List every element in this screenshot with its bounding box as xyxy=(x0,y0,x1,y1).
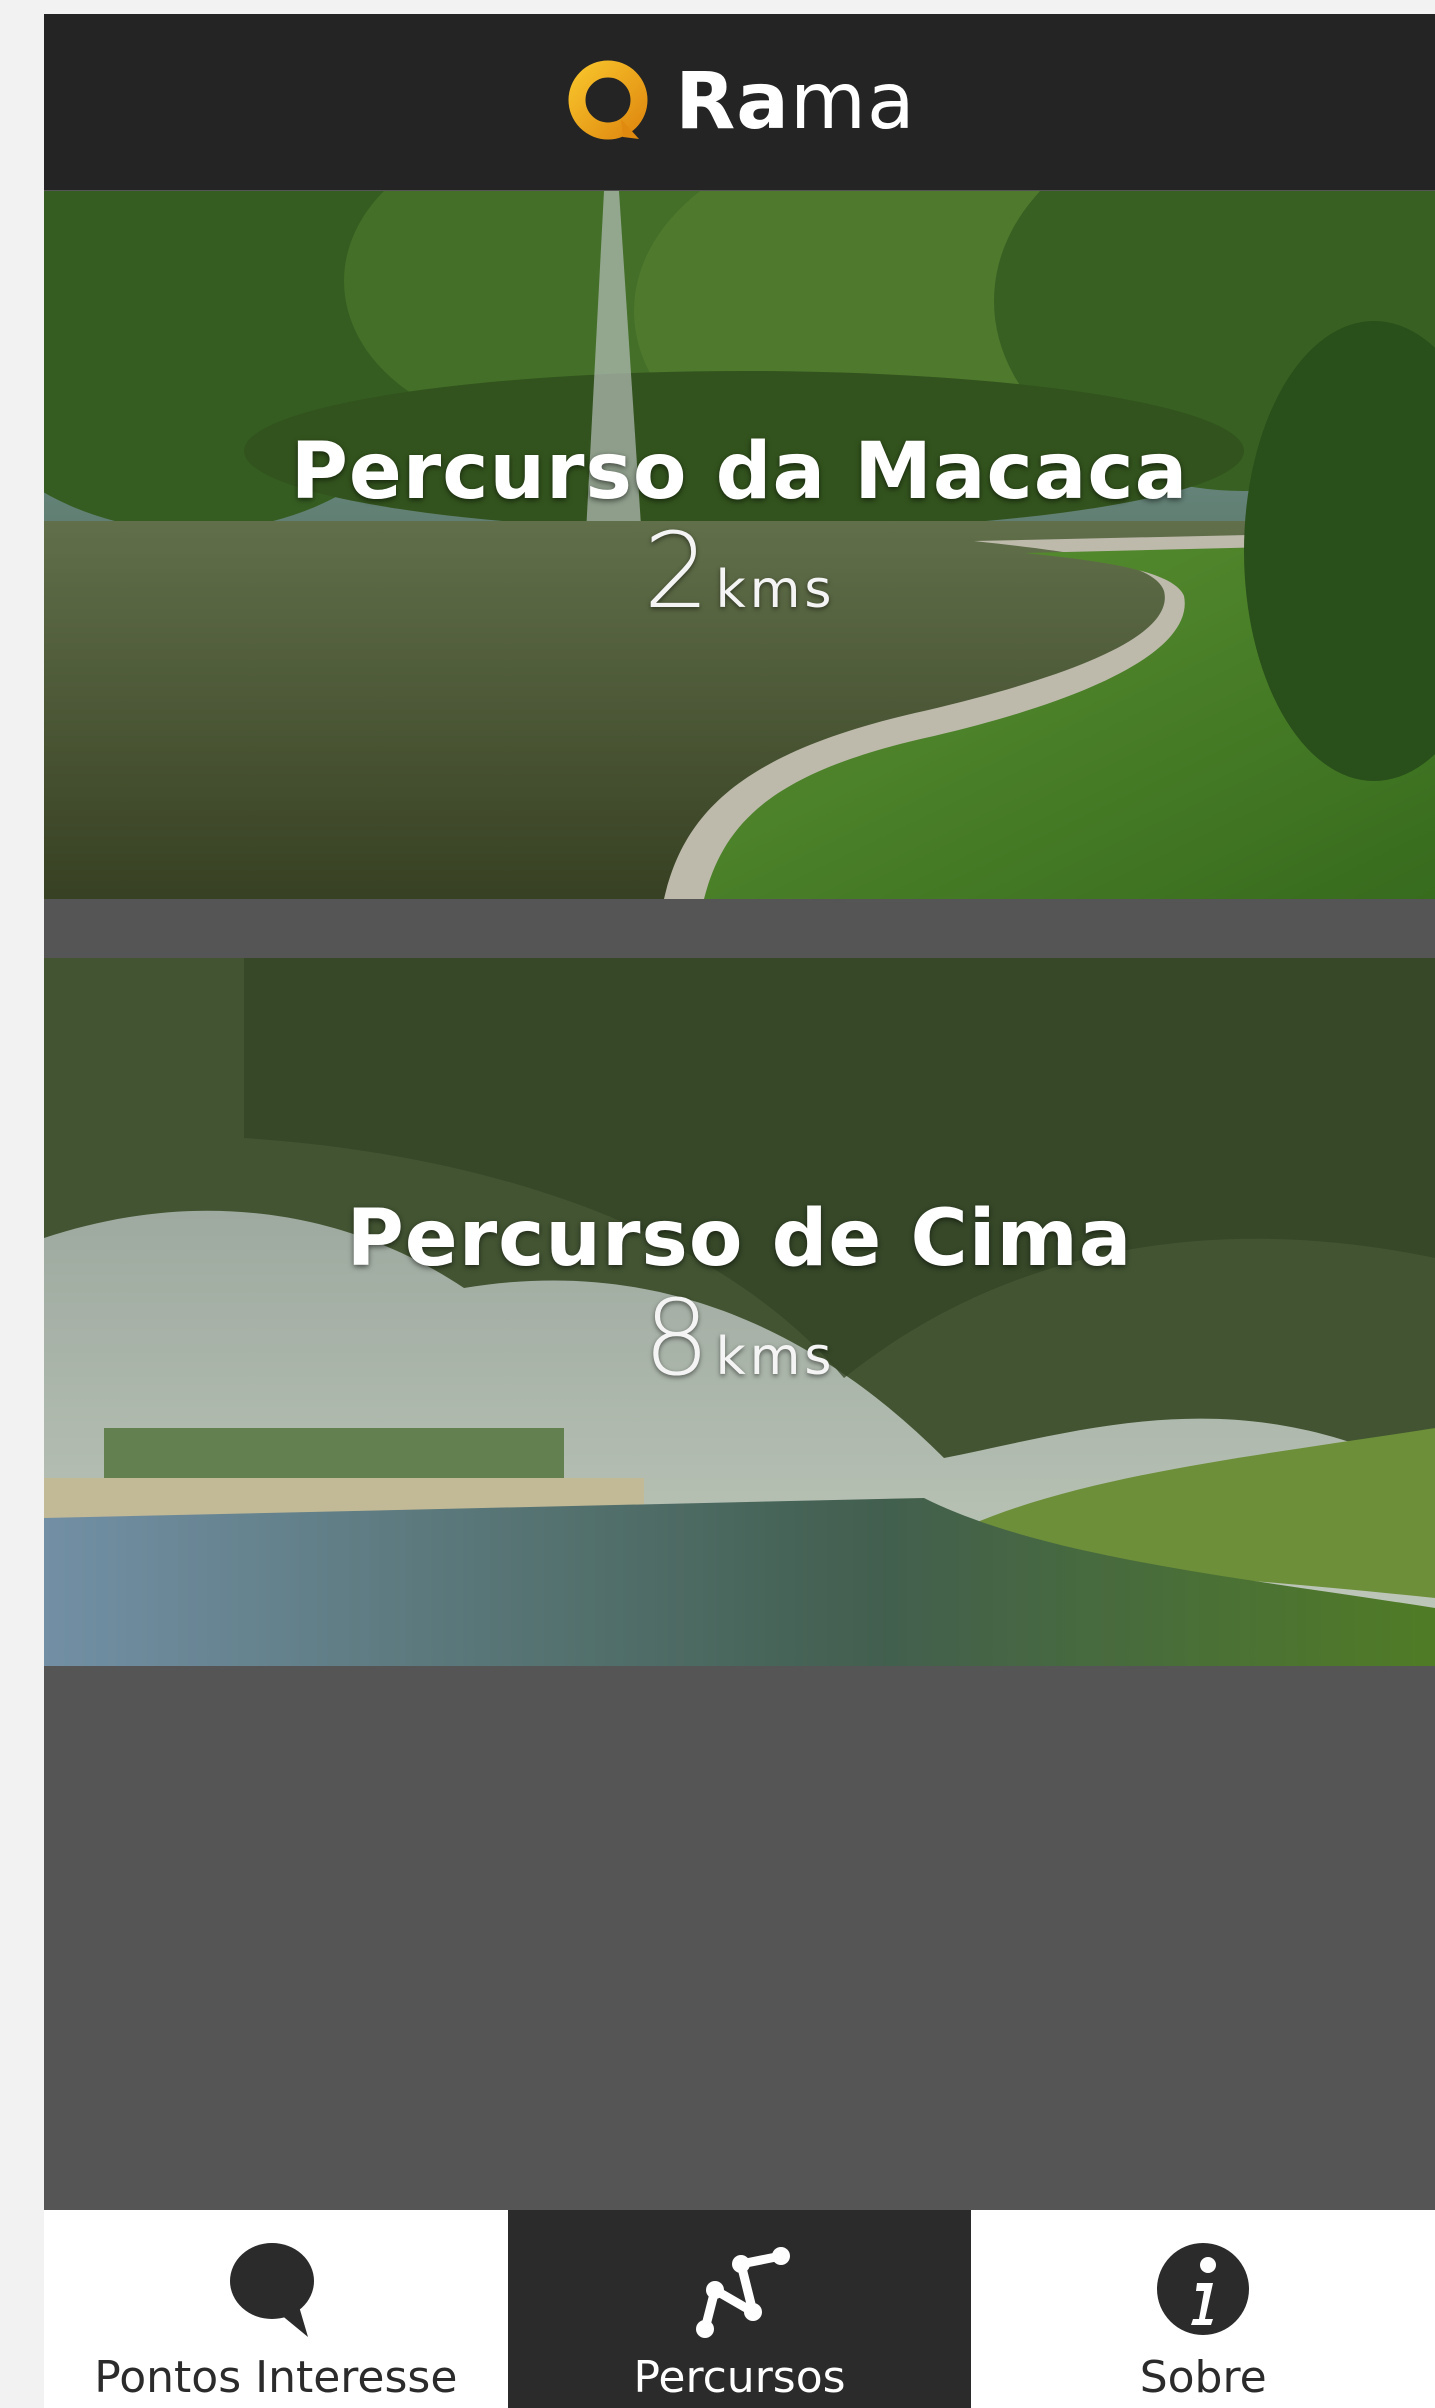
bottom-tab-bar: Pontos Interesse Percursos Sobre xyxy=(44,2210,1435,2408)
info-icon xyxy=(1148,2234,1258,2344)
route-card-caption: Percurso da Macaca 2 kms xyxy=(44,191,1435,899)
tab-pontos-interesse[interactable]: Pontos Interesse xyxy=(44,2210,508,2408)
tab-label: Pontos Interesse xyxy=(94,2352,458,2403)
route-distance: 2 kms xyxy=(643,519,835,623)
route-distance-value: 2 xyxy=(643,510,710,632)
route-distance-value: 8 xyxy=(643,1277,710,1399)
route-path-icon xyxy=(685,2234,795,2344)
tab-label: Percursos xyxy=(633,2352,846,2403)
route-card[interactable]: Percurso da Macaca 2 kms xyxy=(44,191,1435,899)
route-distance: 8 kms xyxy=(643,1286,835,1390)
route-title: Percurso da Macaca xyxy=(290,427,1189,517)
tab-sobre[interactable]: Sobre xyxy=(971,2210,1435,2408)
app-screen: Rama Percurso da Macaca 2 kms Percurso d… xyxy=(44,14,1435,2408)
route-distance-unit: kms xyxy=(715,1327,836,1387)
route-title: Percurso de Cima xyxy=(346,1194,1133,1284)
tab-label: Sobre xyxy=(1139,2352,1267,2403)
route-distance-unit: kms xyxy=(715,560,836,620)
speech-bubble-icon xyxy=(221,2234,331,2344)
rama-logo-ring-icon xyxy=(568,60,648,140)
route-card[interactable]: Percurso de Cima 8 kms xyxy=(44,958,1435,1666)
route-card-caption: Percurso de Cima 8 kms xyxy=(44,958,1435,1666)
app-logo: Rama xyxy=(44,14,1435,190)
app-name-bold: Ra xyxy=(675,57,790,147)
app-name: Rama xyxy=(675,57,915,147)
app-header: Rama xyxy=(44,14,1435,190)
tab-percursos[interactable]: Percursos xyxy=(507,2210,972,2408)
app-name-light: ma xyxy=(789,57,916,147)
